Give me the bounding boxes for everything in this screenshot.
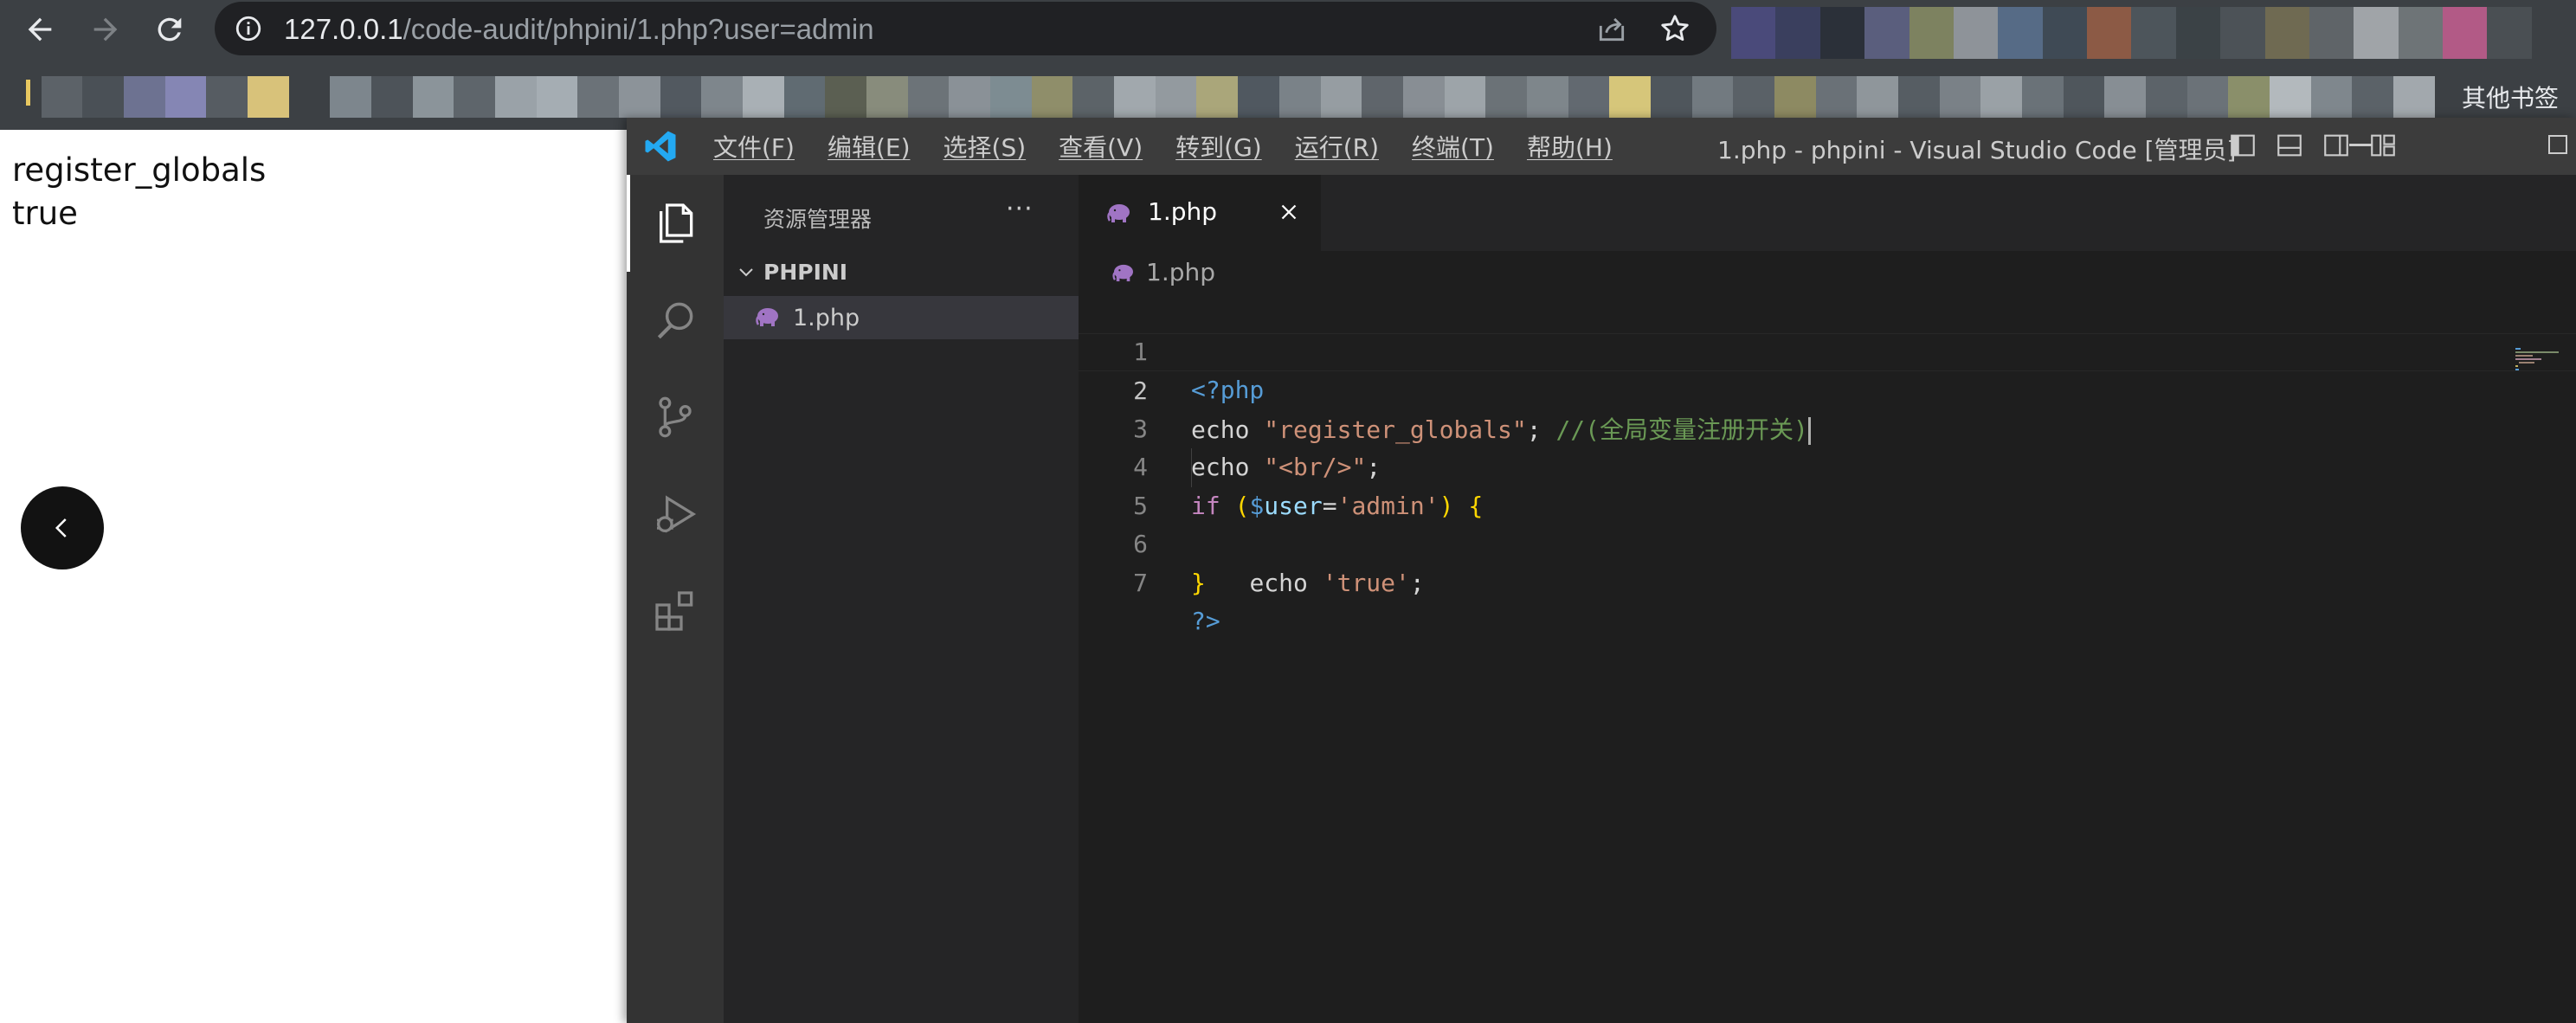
bookmark-star-icon[interactable]: [1658, 12, 1691, 45]
search-icon: [657, 302, 693, 339]
code-line-current: 2 echo "register_globals"; //(全局变量注册开关): [1079, 332, 2576, 445]
php-close-tag: ?>: [1191, 607, 1220, 635]
source-control-activity[interactable]: [627, 369, 724, 466]
bookmarks-bar-blurred: [0, 76, 2476, 118]
run-debug-activity[interactable]: [627, 466, 724, 563]
other-bookmarks-folder[interactable]: 其他书签: [2457, 80, 2559, 114]
menu-run[interactable]: 运行(R): [1295, 129, 1379, 164]
editor-tabs: 1.php: [1079, 175, 2576, 251]
chevron-left-icon: [55, 518, 67, 537]
reload-icon: [158, 17, 182, 42]
breadcrumb[interactable]: 1.php: [1079, 251, 2576, 294]
window-title: 1.php - phpini - Visual Studio Code [管理员…: [1717, 136, 2237, 164]
previous-image-button[interactable]: [21, 486, 104, 569]
code-line: 5 echo 'true';: [1079, 448, 2576, 597]
code-editor[interactable]: 1 <?php 2 echo "register_globals"; //(全局…: [1079, 294, 2576, 636]
extensions-area-blurred: [1731, 7, 2576, 59]
customize-layout-icon[interactable]: [2368, 131, 2398, 160]
menu-file[interactable]: 文件(F): [713, 129, 795, 164]
minimap[interactable]: [2515, 348, 2567, 374]
toggle-primary-sidebar-icon[interactable]: [2228, 131, 2257, 160]
tab-label: 1.php: [1148, 197, 1218, 226]
php-page-output: register_globals true: [12, 149, 266, 235]
menu-edit[interactable]: 编辑(E): [828, 129, 911, 164]
menu-terminal[interactable]: 终端(T): [1412, 129, 1494, 164]
php-elephant-icon: [1107, 204, 1130, 222]
menu-selection[interactable]: 选择(S): [943, 129, 1027, 164]
browser-toolbar: 127.0.0.1/code-audit/phpini/1.php?user=a…: [0, 0, 2576, 130]
back-button[interactable]: [16, 5, 64, 54]
editor-group: 1.php 1.php 1 <?php 2 echo "register_glo…: [1079, 175, 2576, 1023]
address-bar[interactable]: 127.0.0.1/code-audit/phpini/1.php?user=a…: [215, 2, 1716, 55]
code-line: 6 }: [1079, 487, 2576, 597]
share-icon[interactable]: [1595, 12, 1628, 45]
chevron-down-icon: [739, 268, 753, 277]
folder-name: PHPINI: [763, 260, 848, 285]
source-control-icon: [659, 396, 692, 438]
breadcrumb-file: 1.php: [1146, 258, 1216, 286]
site-info-icon[interactable]: [234, 14, 263, 43]
run-debug-icon: [657, 495, 697, 533]
menu-help[interactable]: 帮助(H): [1527, 129, 1613, 164]
reload-button[interactable]: [145, 5, 194, 54]
code-line: 3 echo "<br/>";: [1079, 371, 2576, 482]
toggle-secondary-sidebar-icon[interactable]: [2322, 131, 2351, 160]
activity-bar: [627, 175, 724, 1023]
arrow-right-icon: [93, 17, 118, 42]
token-string: 'true': [1322, 568, 1410, 597]
output-line-true: true: [12, 195, 78, 232]
file-name: 1.php: [793, 305, 860, 331]
more-actions-button[interactable]: ···: [1006, 194, 1034, 224]
layout-controls: [2228, 131, 2398, 160]
extensions-activity[interactable]: [627, 563, 724, 659]
menu-view[interactable]: 查看(V): [1059, 129, 1143, 164]
url-path: /code-audit/phpini/1.php?user=admin: [402, 13, 874, 45]
code-line: 1 <?php: [1079, 294, 2576, 405]
vscode-window: 文件(F) 编辑(E) 选择(S) 查看(V) 转到(G) 运行(R) 终端(T…: [627, 118, 2576, 1023]
search-activity[interactable]: [627, 272, 724, 369]
vscode-menubar: 文件(F) 编辑(E) 选择(S) 查看(V) 转到(G) 运行(R) 终端(T…: [713, 118, 1645, 175]
line-number: 7: [1133, 568, 1148, 597]
output-line-register-globals: register_globals: [12, 151, 267, 189]
explorer-activity[interactable]: [627, 175, 724, 272]
php-elephant-icon: [756, 308, 778, 326]
token-semicolon: ;: [1409, 568, 1425, 597]
files-icon: [660, 203, 693, 243]
maximize-button[interactable]: [2548, 135, 2567, 154]
active-indicator: [627, 175, 630, 272]
line-content: echo 'true';: [1191, 564, 1425, 603]
url-host: 127.0.0.1: [284, 13, 403, 45]
folder-phpini[interactable]: PHPINI: [724, 253, 1079, 293]
forward-button[interactable]: [81, 5, 130, 54]
indent-guide: [1191, 448, 1192, 487]
line-content: ?>: [1191, 602, 1220, 641]
code-line: 4 if ($user='admin') {: [1079, 410, 2576, 520]
vscode-titlebar: 文件(F) 编辑(E) 选择(S) 查看(V) 转到(G) 运行(R) 终端(T…: [627, 118, 2576, 175]
close-icon[interactable]: [1276, 199, 1302, 225]
file-item-1php[interactable]: 1.php: [724, 296, 1079, 339]
url-text: 127.0.0.1/code-audit/phpini/1.php?user=a…: [284, 12, 874, 47]
php-elephant-icon: [1112, 264, 1133, 282]
tab-1php[interactable]: 1.php: [1079, 175, 1321, 251]
explorer-title: 资源管理器: [763, 207, 873, 232]
token-echo: echo: [1249, 568, 1323, 597]
extensions-icon: [655, 591, 693, 631]
toggle-panel-icon[interactable]: [2275, 131, 2304, 160]
minimize-button[interactable]: [2349, 144, 2372, 146]
explorer-sidebar: 资源管理器 ··· PHPINI 1.php: [724, 175, 1079, 1023]
bookmark-drag-marker: [26, 80, 30, 106]
code-line: 7 ?>: [1079, 525, 2576, 636]
vscode-logo-icon: [645, 131, 676, 162]
arrow-left-icon: [28, 17, 52, 42]
menu-go[interactable]: 转到(G): [1175, 129, 1262, 164]
